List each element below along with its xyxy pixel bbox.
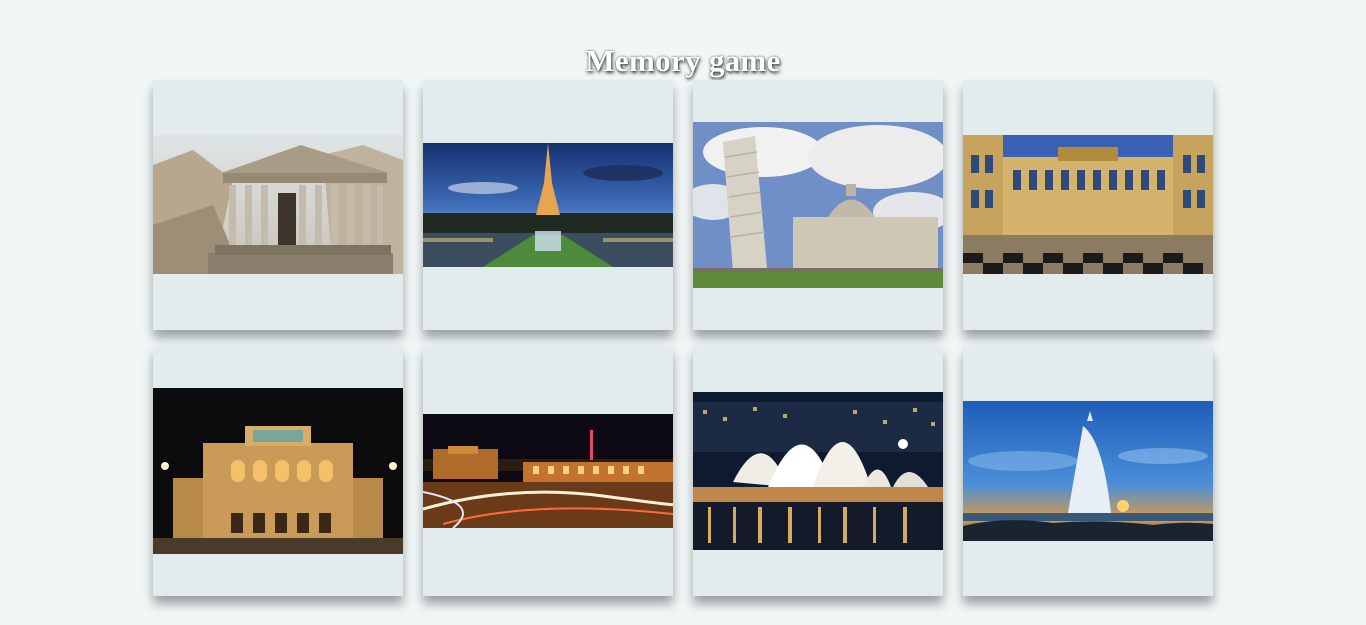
- page-title: Memory game: [585, 42, 781, 78]
- memory-card-1[interactable]: [153, 80, 403, 330]
- temple-image: [153, 135, 403, 274]
- vienna-opera-image: [153, 388, 403, 554]
- memory-card-3[interactable]: [693, 80, 943, 330]
- night-square-image: [423, 414, 673, 528]
- eiffel-tower-image: [423, 143, 673, 267]
- sydney-opera-image: [693, 392, 943, 550]
- memory-card-8[interactable]: [963, 346, 1213, 596]
- memory-card-2[interactable]: [423, 80, 673, 330]
- memory-card-7[interactable]: [693, 346, 943, 596]
- memory-card-4[interactable]: [963, 80, 1213, 330]
- memory-card-6[interactable]: [423, 346, 673, 596]
- memory-card-5[interactable]: [153, 346, 403, 596]
- burj-al-arab-image: [963, 401, 1213, 541]
- versailles-image: [963, 135, 1213, 274]
- pisa-image: [693, 122, 943, 288]
